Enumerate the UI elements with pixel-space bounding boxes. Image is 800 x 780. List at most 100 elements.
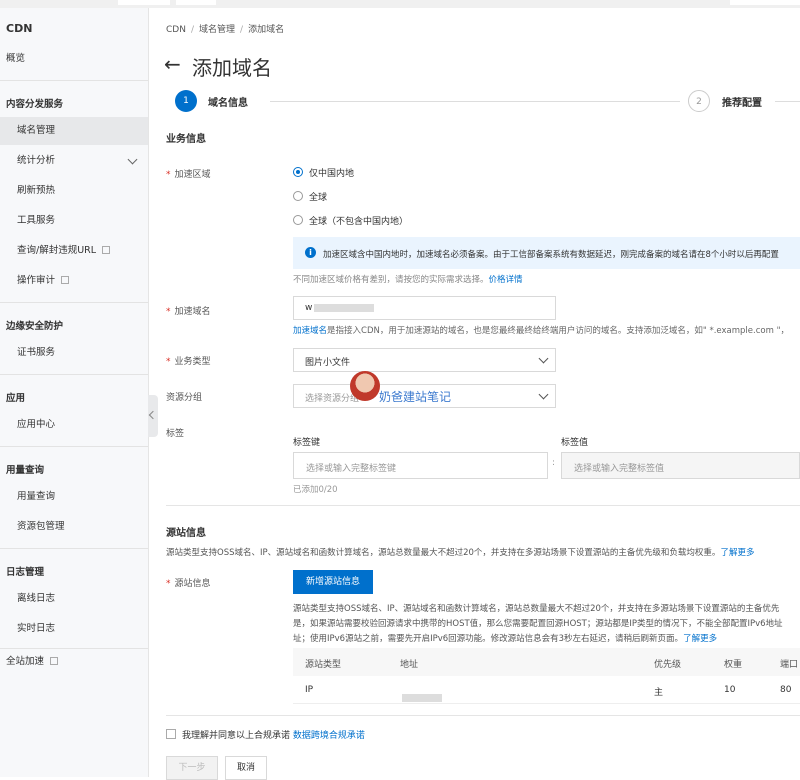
sidebar-group-apps: 应用 xyxy=(6,393,26,404)
external-link-icon xyxy=(61,276,70,284)
col-origin-type: 源站类型 xyxy=(305,660,342,670)
sidebar-item-tools[interactable]: 工具服务 xyxy=(0,207,148,235)
watermark-text: 奶爸建站笔记 xyxy=(379,390,452,404)
sidebar-item-label: 统计分析 xyxy=(17,155,56,166)
sidebar-item-label: 查询/解封违规URL xyxy=(17,245,97,256)
col-priority: 优先级 xyxy=(654,660,682,670)
sidebar-group-content: 内容分发服务 xyxy=(6,99,64,110)
cell-port: 80 xyxy=(780,685,792,695)
domain-value: w xyxy=(305,303,375,313)
breadcrumb-separator: / xyxy=(190,25,194,35)
price-hint: 不同加速区域价格有差别，请按您的实际需求选择。价格详情 xyxy=(293,275,523,285)
notice-text: 加速区域含中国内地时，加速域名必须备案。由于工信部备案系统有数据延迟，刚完成备案… xyxy=(323,250,779,260)
main-content: CDN / 域名管理 / 添加域名 ← 添加域名 1 域名信息 2 推荐配置 业务信息 … xyxy=(150,8,800,780)
sidebar-group-usage: 用量查询 xyxy=(6,465,45,476)
sidebar-item-app-center[interactable]: 应用中心 xyxy=(0,411,148,439)
domain-label: * 加速域名 xyxy=(166,307,211,317)
watermark-avatar-icon xyxy=(350,371,380,401)
compliance-agreement[interactable]: 我理解并同意以上合规承诺 数据跨境合规承诺 xyxy=(166,728,365,741)
sidebar-item-dcdn[interactable]: 全站加速 xyxy=(0,648,148,676)
col-port: 端口 xyxy=(780,660,799,670)
sidebar-item-refresh[interactable]: 刷新预热 xyxy=(0,177,148,205)
business-type-label: * 业务类型 xyxy=(166,357,211,367)
domain-hint-link[interactable]: 加速域名 xyxy=(293,326,327,336)
cancel-button[interactable]: 取消 xyxy=(225,756,267,780)
redacted-text xyxy=(314,303,375,312)
info-icon: i xyxy=(305,247,316,258)
business-type-value: 图片小文件 xyxy=(305,358,351,368)
sidebar-item-query-url[interactable]: 查询/解封违规URL xyxy=(0,237,148,265)
tag-value-placeholder: 选择或输入完整标签值 xyxy=(574,464,665,474)
origin-help-line-1: 源站类型支持OSS域名、IP、源站域名和函数计算域名，源站总数量最大不超过20个… xyxy=(293,604,780,614)
next-button[interactable]: 下一步 xyxy=(166,756,218,780)
icp-notice: i 加速区域含中国内地时，加速域名必须备案。由于工信部备案系统有数据延迟，刚完成… xyxy=(293,237,800,269)
price-details-link[interactable]: 价格详情 xyxy=(489,275,523,285)
sidebar-item-statistics[interactable]: 统计分析 xyxy=(0,147,148,175)
sidebar-item-realtime-logs[interactable]: 实时日志 xyxy=(0,615,148,643)
domain-input[interactable]: w xyxy=(293,296,556,320)
tag-value-input[interactable]: 选择或输入完整标签值 xyxy=(561,452,800,479)
sidebar-item-package-management[interactable]: 资源包管理 xyxy=(0,513,148,541)
sidebar-divider xyxy=(0,302,148,303)
sidebar-divider xyxy=(0,80,148,81)
step-2-label: 推荐配置 xyxy=(722,98,762,109)
section-title-origin: 源站信息 xyxy=(166,528,206,539)
chevron-down-icon xyxy=(127,154,138,165)
sidebar-title: CDN xyxy=(6,22,33,35)
step-2-indicator: 2 xyxy=(688,90,710,112)
sidebar-item-usage-query[interactable]: 用量查询 xyxy=(0,483,148,511)
radio-unchecked-icon xyxy=(293,191,303,201)
region-radio-global[interactable]: 全球 xyxy=(293,190,327,203)
step-connector xyxy=(775,101,800,102)
sidebar-group-edge: 边缘安全防护 xyxy=(6,321,64,332)
chevron-down-icon xyxy=(538,353,549,364)
sidebar-item-label: 操作审计 xyxy=(17,275,56,286)
tag-label: 标签 xyxy=(166,429,185,439)
business-type-select[interactable]: 图片小文件 xyxy=(293,348,556,372)
cell-origin-type: IP xyxy=(305,685,314,695)
tag-colon: : xyxy=(552,458,556,468)
sidebar-item-certificates[interactable]: 证书服务 xyxy=(0,339,148,367)
cell-weight: 10 xyxy=(724,685,736,695)
sidebar-group-logs: 日志管理 xyxy=(6,567,45,578)
back-arrow-icon[interactable]: ← xyxy=(164,52,181,76)
table-header: 源站类型 地址 优先级 权重 端口 xyxy=(293,648,800,676)
chevron-down-icon xyxy=(538,389,549,400)
sidebar-item-audit[interactable]: 操作审计 xyxy=(0,267,148,295)
top-tab[interactable] xyxy=(730,0,800,5)
tag-key-input[interactable]: 选择或输入完整标签键 xyxy=(293,452,548,479)
sidebar-item-label: 全站加速 xyxy=(6,656,45,667)
cell-priority: 主 xyxy=(654,688,664,698)
breadcrumb-current: 添加域名 xyxy=(248,25,285,35)
add-origin-button[interactable]: 新增源站信息 xyxy=(293,570,373,594)
region-radio-china[interactable]: 仅中国内地 xyxy=(293,166,354,179)
origin-help-line-2: 是，如果源站需要校验回源请求中携带的HOST值，那么您需要配置回源HOST；源站… xyxy=(293,619,783,629)
learn-more-link[interactable]: 了解更多 xyxy=(720,548,754,558)
section-divider xyxy=(166,505,800,506)
top-tab[interactable] xyxy=(176,0,216,5)
breadcrumb-separator: / xyxy=(240,25,244,35)
tag-key-placeholder: 选择或输入完整标签键 xyxy=(306,464,397,474)
sidebar-item-offline-logs[interactable]: 离线日志 xyxy=(0,585,148,613)
checkbox-unchecked-icon[interactable] xyxy=(166,729,176,739)
breadcrumb-domain-management[interactable]: 域名管理 xyxy=(199,25,235,35)
region-radio-global-excluding-china[interactable]: 全球（不包含中国内地） xyxy=(293,214,408,227)
origin-help-line-3: 址；使用IPv6源站之前，需要先开启IPv6回源功能。修改源站信息会有3秒左右延… xyxy=(293,634,718,644)
radio-unchecked-icon xyxy=(293,215,303,225)
origin-description: 源站类型支持OSS域名、IP、源站域名和函数计算域名，源站总数量最大不超过20个… xyxy=(166,548,755,558)
resource-group-label: 资源分组 xyxy=(166,393,203,403)
step-1-indicator: 1 xyxy=(175,90,197,112)
sidebar-item-overview[interactable]: 概览 xyxy=(0,45,148,73)
learn-more-link[interactable]: 了解更多 xyxy=(683,634,717,644)
sidebar-item-domain-management[interactable]: 域名管理 xyxy=(0,117,148,145)
sidebar-divider xyxy=(0,548,148,549)
col-address: 地址 xyxy=(400,660,419,670)
tag-count: 已添加0/20 xyxy=(293,485,338,495)
radio-checked-icon xyxy=(293,167,303,177)
top-tab[interactable] xyxy=(118,0,170,5)
breadcrumb-cdn[interactable]: CDN xyxy=(166,25,186,35)
sidebar-divider xyxy=(0,446,148,447)
data-compliance-link[interactable]: 数据跨境合规承诺 xyxy=(293,731,365,741)
sidebar: CDN 概览 内容分发服务 域名管理 统计分析 刷新预热 工具服务 查询/解封违… xyxy=(0,8,149,777)
page-title: 添加域名 xyxy=(192,56,272,80)
